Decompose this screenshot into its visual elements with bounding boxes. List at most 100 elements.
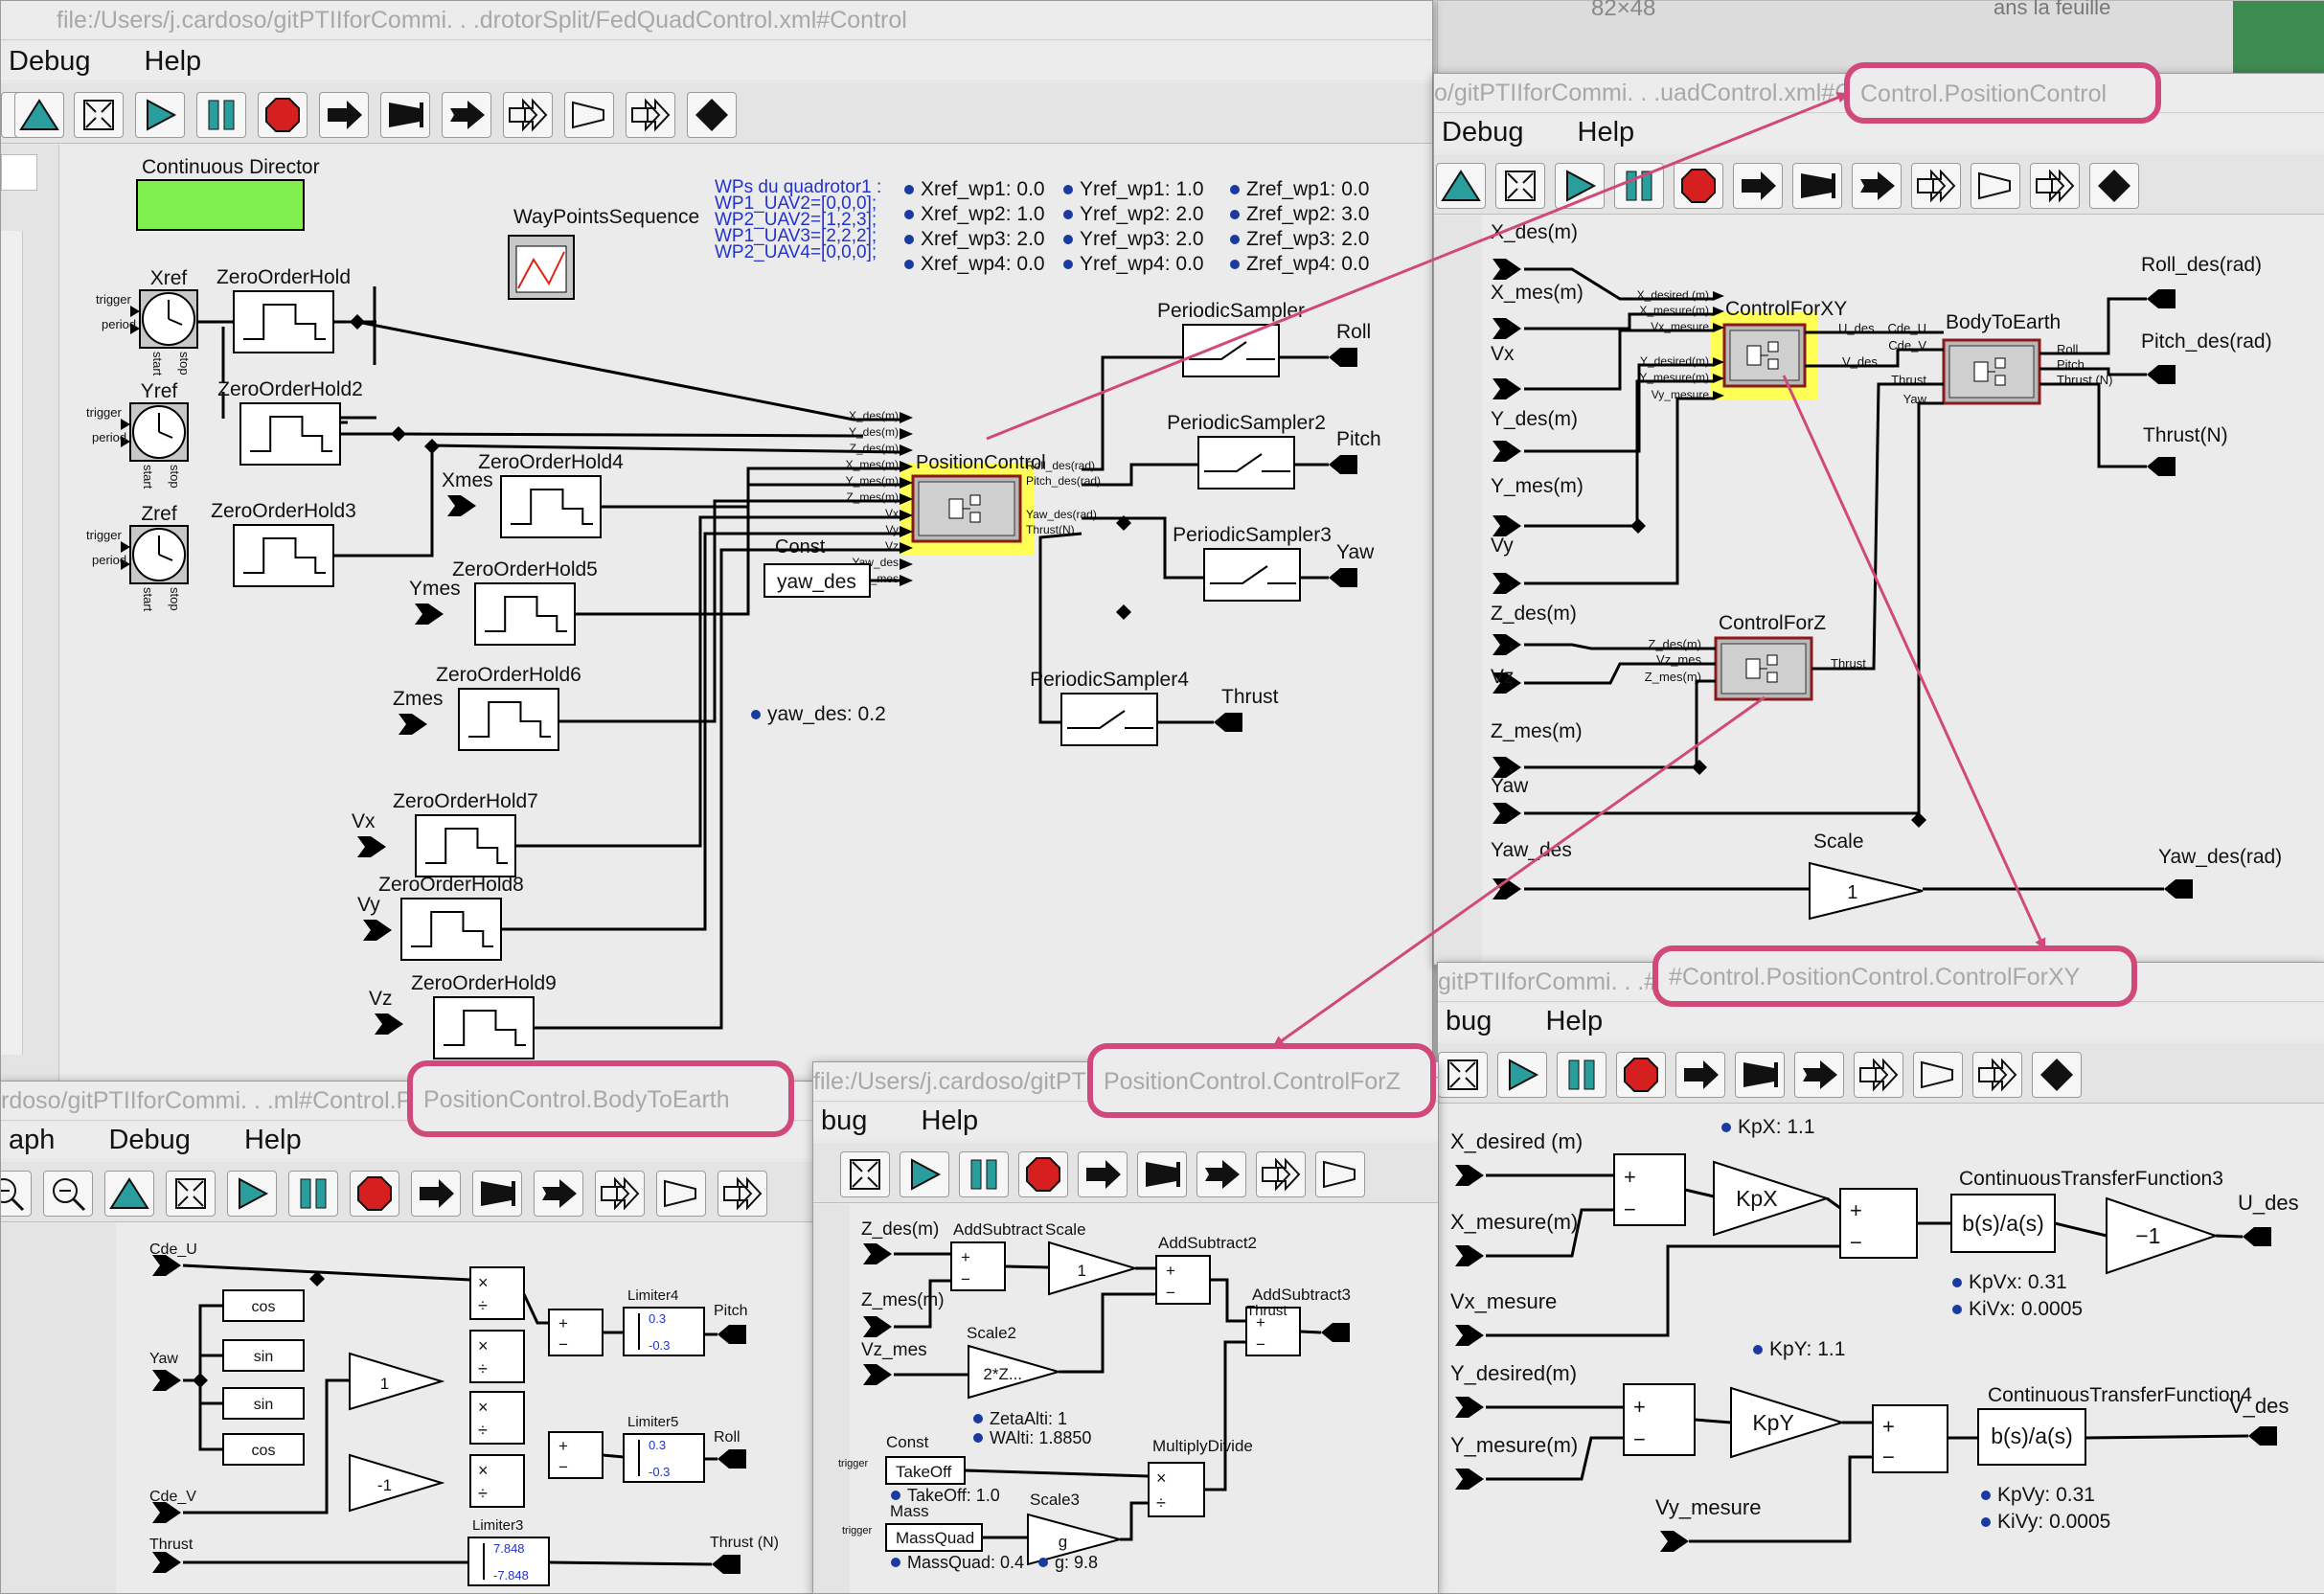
rewind-button[interactable]	[626, 92, 675, 138]
relation-vertex[interactable]	[1692, 760, 1707, 775]
relation-vertex[interactable]	[424, 439, 440, 454]
input-port-zmes[interactable]	[399, 714, 427, 735]
skip-button[interactable]	[1971, 163, 2020, 209]
b2e-menu-graph[interactable]: aph	[9, 1125, 55, 1155]
yref-clock[interactable]	[121, 402, 189, 462]
fast-forward-button[interactable]	[595, 1171, 645, 1217]
yaw-port[interactable]	[152, 1370, 181, 1391]
step-in-button[interactable]	[534, 1171, 583, 1217]
zero-order-hold-7[interactable]	[415, 814, 516, 877]
zero-order-hold-9[interactable]	[433, 996, 535, 1059]
pc-output-port[interactable]	[2147, 289, 2176, 308]
pause-button[interactable]	[288, 1171, 338, 1217]
output-port-roll[interactable]	[1329, 348, 1357, 367]
step-back-button[interactable]	[1792, 163, 1842, 209]
zoom-reset-button[interactable]	[1436, 163, 1486, 209]
output-port-pitch[interactable]	[1329, 455, 1357, 474]
rewind-button[interactable]	[718, 1171, 767, 1217]
relation-vertex[interactable]	[193, 1373, 208, 1388]
stop-button[interactable]	[350, 1171, 399, 1217]
vx-mesure-port[interactable]	[1455, 1325, 1484, 1346]
periodic-sampler-4[interactable]	[1060, 693, 1158, 746]
pc-output-port[interactable]	[2147, 365, 2176, 384]
pause-button[interactable]	[1614, 163, 1664, 209]
b2e-add-2[interactable]	[548, 1431, 604, 1479]
menu-debug[interactable]: Debug	[9, 46, 90, 77]
negate-gain[interactable]	[2106, 1196, 2220, 1275]
relation-vertex[interactable]	[1116, 604, 1131, 620]
step-button[interactable]	[1733, 163, 1783, 209]
zero-order-hold-8[interactable]	[400, 898, 502, 961]
skip-button[interactable]	[1315, 1151, 1365, 1197]
step-button[interactable]	[319, 92, 369, 138]
periodic-sampler[interactable]	[1182, 324, 1280, 377]
z-scale[interactable]	[1048, 1241, 1139, 1296]
breakpoint-button[interactable]	[687, 92, 737, 138]
pc-input-port[interactable]	[1492, 259, 1521, 280]
pitch-port[interactable]	[718, 1325, 746, 1344]
pause-button[interactable]	[196, 92, 246, 138]
pc-input-port[interactable]	[1492, 634, 1521, 655]
step-in-button[interactable]	[1794, 1052, 1844, 1098]
x-mesure-port[interactable]	[1455, 1245, 1484, 1266]
zero-order-hold-6[interactable]	[458, 688, 559, 751]
stop-button[interactable]	[1674, 163, 1723, 209]
zoom-fit-button[interactable]	[74, 92, 124, 138]
controlforxy-actor[interactable]	[1711, 311, 1818, 399]
bodytoearth-actor[interactable]	[1942, 338, 2041, 405]
input-port-vz[interactable]	[375, 1013, 403, 1035]
v-des-port[interactable]	[2248, 1426, 2277, 1446]
y-desired-port[interactable]	[1455, 1397, 1484, 1418]
roll-port[interactable]	[718, 1449, 746, 1469]
skip-button[interactable]	[656, 1171, 706, 1217]
input-port-vx[interactable]	[357, 836, 386, 857]
step-back-button[interactable]	[1137, 1151, 1187, 1197]
cde-u-port[interactable]	[152, 1255, 181, 1276]
cde-v-port[interactable]	[152, 1502, 181, 1523]
zero-order-hold[interactable]	[233, 290, 334, 353]
pc-input-port[interactable]	[1492, 878, 1521, 899]
vz-mes-port[interactable]	[863, 1364, 892, 1385]
stop-button[interactable]	[1018, 1151, 1068, 1197]
thrust-port[interactable]	[1321, 1323, 1350, 1342]
fast-forward-button[interactable]	[1256, 1151, 1306, 1197]
breakpoint-button[interactable]	[2032, 1052, 2082, 1098]
fast-forward-button[interactable]	[1911, 163, 1961, 209]
controlforz-actor[interactable]	[1714, 636, 1813, 701]
waypoints-sequence[interactable]	[508, 235, 575, 300]
continuous-director[interactable]	[136, 179, 305, 231]
skip-button[interactable]	[564, 92, 614, 138]
output-port-thrust[interactable]	[1214, 713, 1242, 732]
input-port-vy[interactable]	[363, 920, 392, 941]
relation-vertex[interactable]	[1630, 518, 1646, 534]
step-in-button[interactable]	[1196, 1151, 1246, 1197]
pc-input-port[interactable]	[1492, 803, 1521, 824]
zero-order-hold-4[interactable]	[500, 475, 602, 538]
zoom-fit-button[interactable]	[1495, 163, 1545, 209]
zero-order-hold-2[interactable]	[239, 402, 341, 466]
z-menu-help[interactable]: Help	[921, 1105, 978, 1136]
pc-output-port[interactable]	[2164, 879, 2193, 899]
run-button[interactable]	[1497, 1052, 1547, 1098]
pause-button[interactable]	[1557, 1052, 1606, 1098]
stop-button[interactable]	[258, 92, 308, 138]
step-back-button[interactable]	[1735, 1052, 1785, 1098]
run-button[interactable]	[227, 1171, 277, 1217]
fast-forward-button[interactable]	[503, 92, 553, 138]
periodic-sampler-2[interactable]	[1197, 436, 1295, 490]
z-add-subtract-2[interactable]	[1155, 1255, 1211, 1305]
zoom-reset-button[interactable]	[104, 1171, 154, 1217]
stop-button[interactable]	[1616, 1052, 1666, 1098]
step-back-button[interactable]	[380, 92, 430, 138]
step-in-button[interactable]	[1852, 163, 1902, 209]
z-des-port[interactable]	[863, 1243, 892, 1264]
pc-input-port[interactable]	[1492, 573, 1521, 594]
zoom-reset-button[interactable]	[14, 92, 64, 138]
breakpoint-button[interactable]	[2089, 163, 2139, 209]
step-back-button[interactable]	[472, 1171, 522, 1217]
xref-clock[interactable]	[130, 289, 198, 349]
tree-scrollbar[interactable]	[1, 231, 23, 1055]
periodic-sampler-3[interactable]	[1203, 548, 1301, 602]
relation-vertex[interactable]	[391, 426, 406, 442]
pc-input-port[interactable]	[1492, 441, 1521, 462]
